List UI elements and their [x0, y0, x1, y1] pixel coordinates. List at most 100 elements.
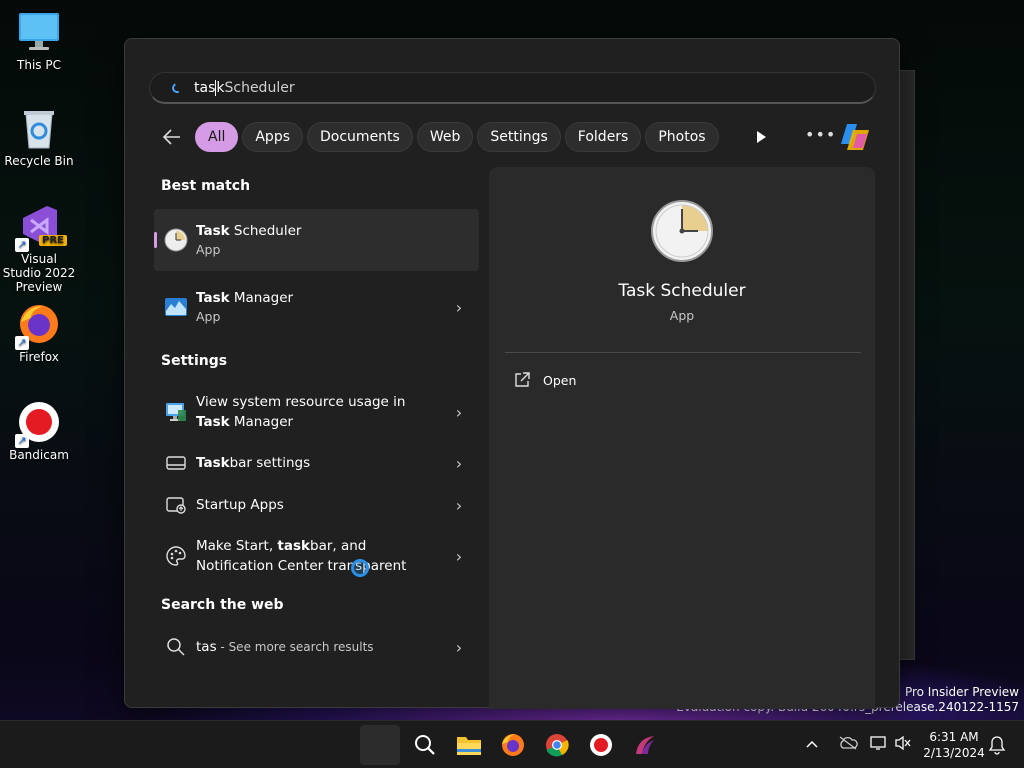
preview-pane: Task Scheduler App Open [489, 167, 875, 709]
system-tray [800, 721, 914, 768]
play-icon[interactable] [751, 127, 771, 147]
start-button[interactable] [360, 725, 400, 765]
startup-apps-icon [164, 493, 188, 517]
setting-line1: View system resource usage in [196, 394, 406, 410]
result-title-match: Task [196, 455, 230, 471]
file-explorer-icon[interactable] [449, 725, 489, 765]
result-title-rest: Manager [229, 414, 294, 430]
filter-all[interactable]: All [195, 122, 239, 152]
desktop-icon-firefox[interactable]: ↗ Firefox [1, 302, 77, 364]
filter-folders[interactable]: Folders [564, 122, 642, 152]
chevron-up-icon[interactable] [800, 738, 824, 753]
result-title-rest: bar settings [229, 455, 311, 471]
search-autocomplete-text: Scheduler [224, 79, 295, 96]
network-icon[interactable] [866, 735, 892, 755]
result-title-rest: Scheduler [229, 223, 302, 239]
setting-line2: Notification Center transparent [196, 558, 407, 574]
section-best-match: Best match [161, 178, 251, 194]
settings-startup-apps[interactable]: Startup Apps › [154, 491, 479, 519]
desktop-icon-label: Visual Studio 2022 Preview [2, 252, 76, 294]
filter-documents[interactable]: Documents [307, 122, 413, 152]
chevron-right-icon[interactable]: › [453, 547, 465, 566]
clock-icon [164, 228, 188, 252]
setting-line1-pre: Make Start, [196, 538, 278, 554]
open-label: Open [543, 372, 577, 388]
clock-date: 2/13/2024 [923, 746, 985, 760]
desktop-icon-label: This PC [17, 58, 61, 72]
copilot-icon[interactable] [839, 122, 871, 152]
search-panel: tas k Scheduler All Apps Documents Web Se… [124, 38, 900, 709]
onedrive-icon[interactable] [832, 736, 864, 754]
filter-apps[interactable]: Apps [242, 122, 304, 152]
web-query: tas [196, 639, 217, 655]
desktop-icon-this-pc[interactable]: This PC [1, 10, 77, 72]
mouse-cursor [351, 559, 369, 577]
desktop-icon-bandicam[interactable]: ↗ Bandicam [1, 400, 77, 462]
desktop-icon-recycle-bin[interactable]: Recycle Bin [1, 106, 77, 168]
task-scheduler-clock-icon [650, 199, 714, 263]
open-button[interactable]: Open [513, 371, 576, 389]
selection-indicator [154, 232, 157, 248]
settings-view-resource-usage[interactable]: View system resource usage in Task Manag… [154, 389, 479, 435]
more-options-icon[interactable]: ••• [805, 125, 836, 144]
chrome-icon[interactable] [537, 725, 577, 765]
clock-time: 6:31 AM [929, 730, 979, 744]
result-title-match: Task [196, 290, 230, 306]
notification-bell-icon[interactable] [988, 735, 1006, 755]
setting-label: Startup Apps [196, 497, 284, 513]
filter-settings[interactable]: Settings [477, 122, 561, 152]
firefox-icon: ↗ [15, 302, 61, 350]
chevron-right-icon[interactable]: › [453, 496, 465, 515]
task-manager-icon [164, 295, 188, 319]
result-title-match: task [277, 538, 310, 554]
result-title-rest: Manager [229, 290, 294, 306]
section-search-web: Search the web [161, 597, 284, 613]
firefox-taskbar-icon[interactable] [493, 725, 533, 765]
filter-bar: All Apps Documents Web Settings Folders … [157, 121, 723, 153]
preview-divider [505, 352, 861, 353]
web-query-suffix: - See more search results [216, 640, 374, 654]
loading-spinner-icon [170, 81, 184, 94]
filter-web[interactable]: Web [416, 122, 474, 152]
result-task-manager[interactable]: Task Manager App › [154, 277, 479, 337]
shortcut-arrow-icon: ↗ [15, 238, 29, 252]
search-input[interactable]: tas k Scheduler [149, 72, 876, 104]
shortcut-arrow-icon: ↗ [15, 336, 29, 350]
web-search-result[interactable]: tas - See more search results › [154, 633, 479, 661]
settings-taskbar[interactable]: Taskbar settings › [154, 449, 479, 477]
recycle-bin-icon [17, 106, 61, 150]
visual-studio-icon: PRE ↗ [15, 204, 67, 252]
settings-transparency[interactable]: Make Start, taskbar, and Notification Ce… [154, 533, 479, 579]
filter-photos[interactable]: Photos [645, 122, 719, 152]
back-arrow-icon[interactable] [157, 122, 187, 152]
setting-line1-rest: bar, and [310, 538, 367, 554]
taskbar-settings-icon [164, 451, 188, 475]
taskbar-search-icon[interactable] [405, 725, 445, 765]
chevron-right-icon[interactable]: › [453, 454, 465, 473]
palette-icon [164, 544, 188, 568]
open-external-icon [513, 371, 531, 389]
app-taskbar-icon[interactable] [625, 725, 665, 765]
volume-muted-icon[interactable] [892, 735, 914, 755]
bandicam-taskbar-icon[interactable] [581, 725, 621, 765]
result-title-match: Task [196, 414, 230, 430]
desktop-icon-label: Recycle Bin [4, 154, 74, 168]
result-subtitle: App [196, 309, 221, 324]
result-task-scheduler[interactable]: Task Scheduler App [154, 209, 479, 271]
preview-badge: PRE [39, 235, 67, 246]
result-title-match: Task [196, 223, 230, 239]
taskbar-clock[interactable]: 6:31 AM 2/13/2024 [918, 729, 990, 761]
search-typed-text: tas [194, 79, 216, 96]
preview-subtitle: App [669, 308, 695, 323]
result-subtitle: App [196, 242, 221, 257]
chevron-right-icon[interactable]: › [453, 638, 465, 657]
chevron-right-icon[interactable]: › [453, 403, 465, 422]
desktop-icon-label: Bandicam [9, 448, 69, 462]
monitor-chart-icon [164, 400, 188, 424]
section-settings: Settings [161, 353, 228, 369]
chevron-right-icon[interactable]: › [453, 298, 465, 317]
desktop-icon-visual-studio[interactable]: PRE ↗ Visual Studio 2022 Preview [1, 204, 77, 294]
search-icon [164, 635, 188, 659]
monitor-icon [17, 10, 61, 54]
preview-title: Task Scheduler [618, 281, 746, 301]
